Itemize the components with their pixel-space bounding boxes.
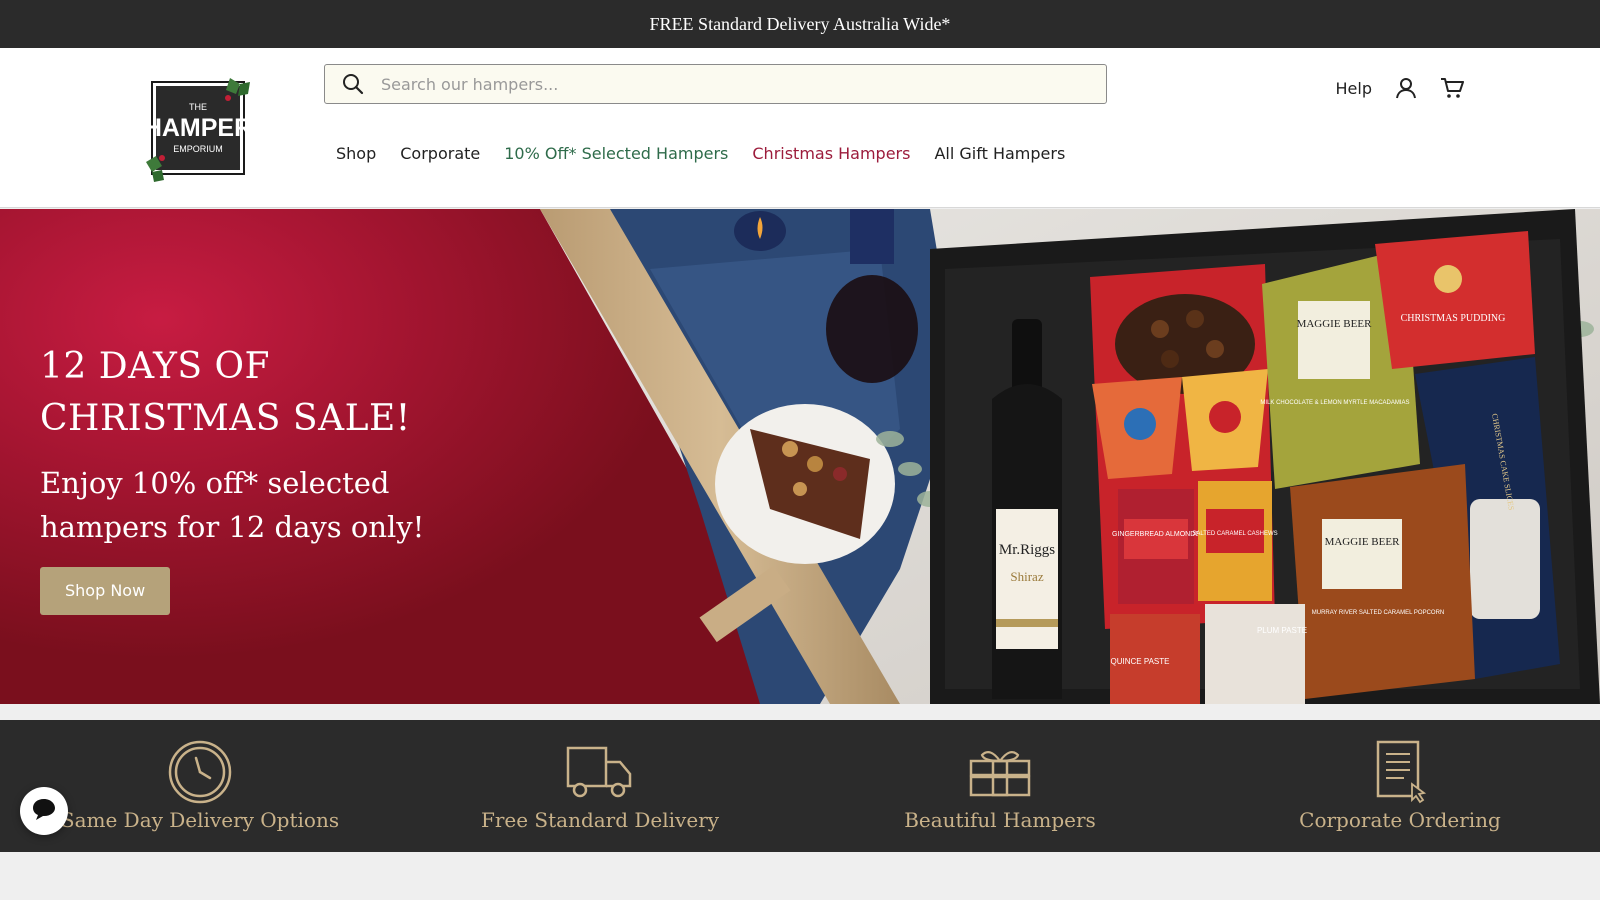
plum-label: PLUM PASTE [1257,626,1307,635]
wine-type-label: Shiraz [1010,569,1043,584]
site-header: THE HAMPER EMPORIUM Help Shop [0,48,1600,208]
features-strip: Same Day Delivery Options Free Standard … [0,720,1600,852]
brand-label-2: MAGGIE BEER [1325,536,1401,548]
nav-10-off-selected-hampers[interactable]: 10% Off* Selected Hampers [504,144,728,163]
logo-text-hamper: HAMPER [144,114,252,142]
search-input[interactable] [381,66,1106,102]
clock-icon [168,740,232,804]
quince-label: QUINCE PASTE [1111,657,1170,666]
user-icon[interactable] [1394,76,1418,100]
hero-text: 12 DAYS OF CHRISTMAS SALE! Enjoy 10% off… [40,341,520,615]
feature-label: Corporate Ordering [1299,808,1501,832]
cashews-label: SALTED CARAMEL CASHEWS [1192,531,1277,537]
main-nav: Shop Corporate 10% Off* Selected Hampers… [336,144,1065,163]
hero-banner: Mr.Riggs Shiraz GINGERBREAD ALMONDS SALT… [0,209,1600,704]
almonds-label: GINGERBREAD ALMONDS [1112,531,1200,538]
site-logo[interactable]: THE HAMPER EMPORIUM [144,74,256,182]
search-bar [324,64,1107,104]
help-link[interactable]: Help [1336,79,1372,98]
document-icon [1374,740,1426,804]
announcement-bar: FREE Standard Delivery Australia Wide* [0,0,1600,48]
chocolate-label: MILK CHOCOLATE & LEMON MYRTLE MACADAMIAS [1260,400,1409,406]
shop-now-button[interactable]: Shop Now [40,567,171,615]
feature-corporate-ordering[interactable]: Corporate Ordering [1200,720,1600,852]
feature-same-day-delivery[interactable]: Same Day Delivery Options [0,720,400,852]
feature-label: Beautiful Hampers [904,808,1096,832]
utility-nav: Help [1336,76,1464,100]
logo-text-emporium: EMPORIUM [173,144,223,154]
feature-beautiful-hampers[interactable]: Beautiful Hampers [800,720,1200,852]
logo-text-the: THE [189,102,207,112]
wine-brand-label: Mr.Riggs [999,542,1055,558]
chat-widget-button[interactable] [20,787,68,835]
feature-label: Same Day Delivery Options [60,808,340,832]
pudding-label: CHRISTMAS PUDDING [1401,313,1506,324]
nav-corporate[interactable]: Corporate [400,144,480,163]
brand-label-1: MAGGIE BEER [1297,318,1373,330]
search-icon[interactable] [325,65,381,103]
feature-free-delivery[interactable]: Free Standard Delivery [400,720,800,852]
cart-icon[interactable] [1440,76,1464,100]
gift-box-icon [967,740,1033,804]
announcement-text: FREE Standard Delivery Australia Wide* [649,13,951,34]
nav-shop[interactable]: Shop [336,144,376,163]
nav-christmas-hampers[interactable]: Christmas Hampers [752,144,910,163]
chat-bubble-icon [31,797,57,826]
nav-all-gift-hampers[interactable]: All Gift Hampers [934,144,1065,163]
feature-label: Free Standard Delivery [480,808,720,832]
hero-subtitle: Enjoy 10% off* selected hampers for 12 d… [40,466,425,544]
hero-title: 12 DAYS OF CHRISTMAS SALE! [40,346,411,439]
popcorn-label: MURRAY RIVER SALTED CARAMEL POPCORN [1312,610,1444,616]
truck-icon [566,740,634,804]
